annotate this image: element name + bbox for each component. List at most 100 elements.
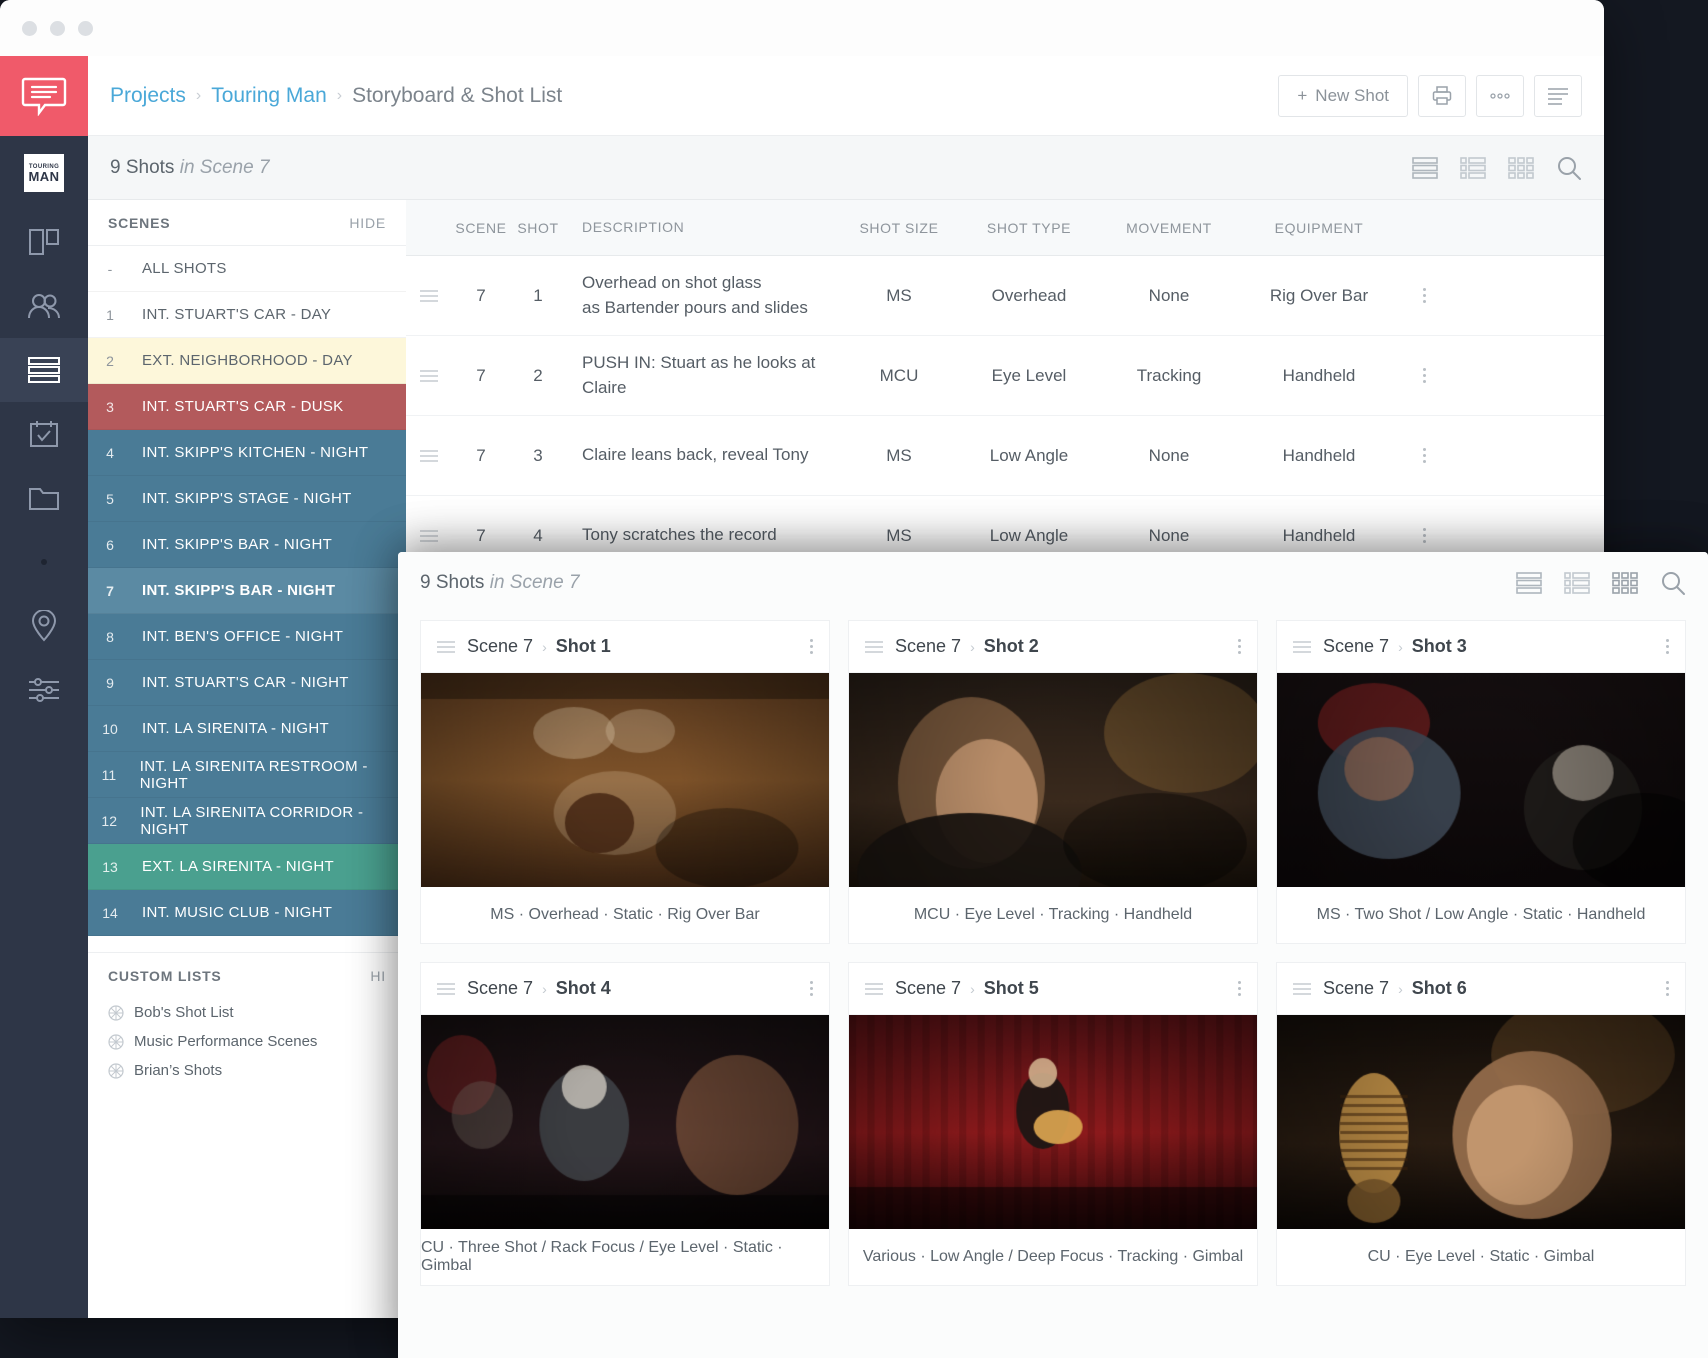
scene-row[interactable]: 1INT. STUART'S CAR - DAY: [88, 292, 406, 338]
window-close-dot[interactable]: [22, 21, 37, 36]
custom-list-item[interactable]: Brian’s Shots: [88, 1056, 406, 1085]
nav-schedule[interactable]: [0, 402, 88, 466]
scene-row[interactable]: 4INT. SKIPP'S KITCHEN - NIGHT: [88, 430, 406, 476]
nav-shotlist[interactable]: [0, 338, 88, 402]
nav-dot[interactable]: [0, 530, 88, 594]
scene-label: INT. BEN'S OFFICE - NIGHT: [132, 628, 343, 645]
scene-row[interactable]: 13EXT. LA SIRENITA - NIGHT: [88, 844, 406, 890]
row-menu-icon[interactable]: [1423, 288, 1426, 303]
table-row[interactable]: 73Claire leans back, reveal TonyMSLow An…: [406, 416, 1604, 496]
row-menu[interactable]: [1394, 368, 1454, 383]
storyboard-card[interactable]: Scene 7›Shot 5Various · Low Angle / Deep…: [848, 962, 1258, 1286]
storyboard-card[interactable]: Scene 7›Shot 6CU · Eye Level · Static · …: [1276, 962, 1686, 1286]
card-drag-handle-icon[interactable]: [437, 983, 455, 995]
search-icon[interactable]: [1556, 155, 1582, 181]
scenes-hide-button[interactable]: HIDE: [349, 215, 386, 231]
custom-lists-hide-button[interactable]: HI: [370, 968, 386, 984]
board-icon: [27, 227, 61, 257]
card-list-view-icon[interactable]: [1516, 572, 1542, 594]
table-row[interactable]: 71Overhead on shot glassas Bartender pou…: [406, 256, 1604, 336]
card-thumbnail[interactable]: [1277, 673, 1685, 887]
table-row[interactable]: 72PUSH IN: Stuart as he looks at ClaireM…: [406, 336, 1604, 416]
scene-row[interactable]: 3INT. STUART'S CAR - DUSK: [88, 384, 406, 430]
card-shot-label: Shot 5: [984, 978, 1039, 999]
card-drag-handle-icon[interactable]: [865, 983, 883, 995]
more-options-button[interactable]: [1476, 75, 1524, 117]
new-shot-button[interactable]: + New Shot: [1278, 75, 1408, 117]
scene-row[interactable]: 6INT. SKIPP'S BAR - NIGHT: [88, 522, 406, 568]
project-thumb-line2: MAN: [28, 170, 59, 183]
scene-row[interactable]: 9INT. STUART'S CAR - NIGHT: [88, 660, 406, 706]
card-menu-icon[interactable]: [1666, 639, 1669, 654]
card-thumbnail[interactable]: [849, 673, 1257, 887]
breadcrumb-projects[interactable]: Projects: [110, 84, 186, 108]
nav-settings[interactable]: [0, 658, 88, 722]
list-view-icon[interactable]: [1412, 157, 1438, 179]
card-thumbnail[interactable]: [421, 673, 829, 887]
scene-row[interactable]: -ALL SHOTS: [88, 246, 406, 292]
print-button[interactable]: [1418, 75, 1466, 117]
card-search-icon[interactable]: [1660, 570, 1686, 596]
card-menu-icon[interactable]: [1238, 639, 1241, 654]
breadcrumb-separator-2: ›: [337, 87, 342, 105]
th-shot: SHOT: [510, 220, 566, 236]
breadcrumb-project[interactable]: Touring Man: [211, 84, 327, 108]
row-menu-icon[interactable]: [1423, 448, 1426, 463]
card-grid-view-icon[interactable]: [1612, 572, 1638, 594]
scene-row[interactable]: 10INT. LA SIRENITA - NIGHT: [88, 706, 406, 752]
compact-grid-view-icon[interactable]: [1460, 157, 1486, 179]
row-menu-icon[interactable]: [1423, 528, 1426, 543]
card-drag-handle-icon[interactable]: [1293, 641, 1311, 653]
drag-handle-icon[interactable]: [420, 530, 438, 542]
row-grip[interactable]: [406, 530, 452, 542]
cell-scene: 7: [452, 286, 510, 306]
card-menu-icon[interactable]: [1666, 981, 1669, 996]
grid-view-icon[interactable]: [1508, 157, 1534, 179]
app-logo[interactable]: [0, 56, 88, 136]
card-thumbnail[interactable]: [849, 1015, 1257, 1229]
scene-row[interactable]: 14INT. MUSIC CLUB - NIGHT: [88, 890, 406, 936]
card-compact-grid-view-icon[interactable]: [1564, 572, 1590, 594]
card-thumbnail[interactable]: [421, 1015, 829, 1229]
card-caption: CU · Eye Level · Static · Gimbal: [1277, 1229, 1685, 1285]
row-menu[interactable]: [1394, 288, 1454, 303]
row-menu-icon[interactable]: [1423, 368, 1426, 383]
scene-row[interactable]: 7INT. SKIPP'S BAR - NIGHT: [88, 568, 406, 614]
nav-files[interactable]: [0, 466, 88, 530]
cell-equipment: Handheld: [1244, 446, 1394, 466]
card-menu-icon[interactable]: [810, 981, 813, 996]
window-minimize-dot[interactable]: [50, 21, 65, 36]
project-thumbnail[interactable]: TOURING MAN: [0, 136, 88, 210]
drag-handle-icon[interactable]: [420, 370, 438, 382]
scene-row[interactable]: 12INT. LA SIRENITA CORRIDOR - NIGHT: [88, 798, 406, 844]
list-options-button[interactable]: [1534, 75, 1582, 117]
custom-list-item[interactable]: Music Performance Scenes: [88, 1027, 406, 1056]
row-menu[interactable]: [1394, 528, 1454, 543]
card-menu-icon[interactable]: [810, 639, 813, 654]
card-scene-label: Scene 7: [467, 636, 533, 657]
card-menu-icon[interactable]: [1238, 981, 1241, 996]
nav-locations[interactable]: [0, 594, 88, 658]
card-drag-handle-icon[interactable]: [437, 641, 455, 653]
row-grip[interactable]: [406, 370, 452, 382]
scene-row[interactable]: 5INT. SKIPP'S STAGE - NIGHT: [88, 476, 406, 522]
row-menu[interactable]: [1394, 448, 1454, 463]
storyboard-card[interactable]: Scene 7›Shot 4CU · Three Shot / Rack Foc…: [420, 962, 830, 1286]
window-maximize-dot[interactable]: [78, 21, 93, 36]
storyboard-card[interactable]: Scene 7›Shot 1MS · Overhead · Static · R…: [420, 620, 830, 944]
scene-row[interactable]: 8INT. BEN'S OFFICE - NIGHT: [88, 614, 406, 660]
row-grip[interactable]: [406, 290, 452, 302]
scene-row[interactable]: 11INT. LA SIRENITA RESTROOM - NIGHT: [88, 752, 406, 798]
custom-list-item[interactable]: Bob's Shot List: [88, 998, 406, 1027]
nav-board[interactable]: [0, 210, 88, 274]
storyboard-card[interactable]: Scene 7›Shot 2MCU · Eye Level · Tracking…: [848, 620, 1258, 944]
drag-handle-icon[interactable]: [420, 450, 438, 462]
card-drag-handle-icon[interactable]: [1293, 983, 1311, 995]
scene-row[interactable]: 2EXT. NEIGHBORHOOD - DAY: [88, 338, 406, 384]
drag-handle-icon[interactable]: [420, 290, 438, 302]
card-drag-handle-icon[interactable]: [865, 641, 883, 653]
row-grip[interactable]: [406, 450, 452, 462]
nav-people[interactable]: [0, 274, 88, 338]
storyboard-card[interactable]: Scene 7›Shot 3MS · Two Shot / Low Angle …: [1276, 620, 1686, 944]
card-thumbnail[interactable]: [1277, 1015, 1685, 1229]
